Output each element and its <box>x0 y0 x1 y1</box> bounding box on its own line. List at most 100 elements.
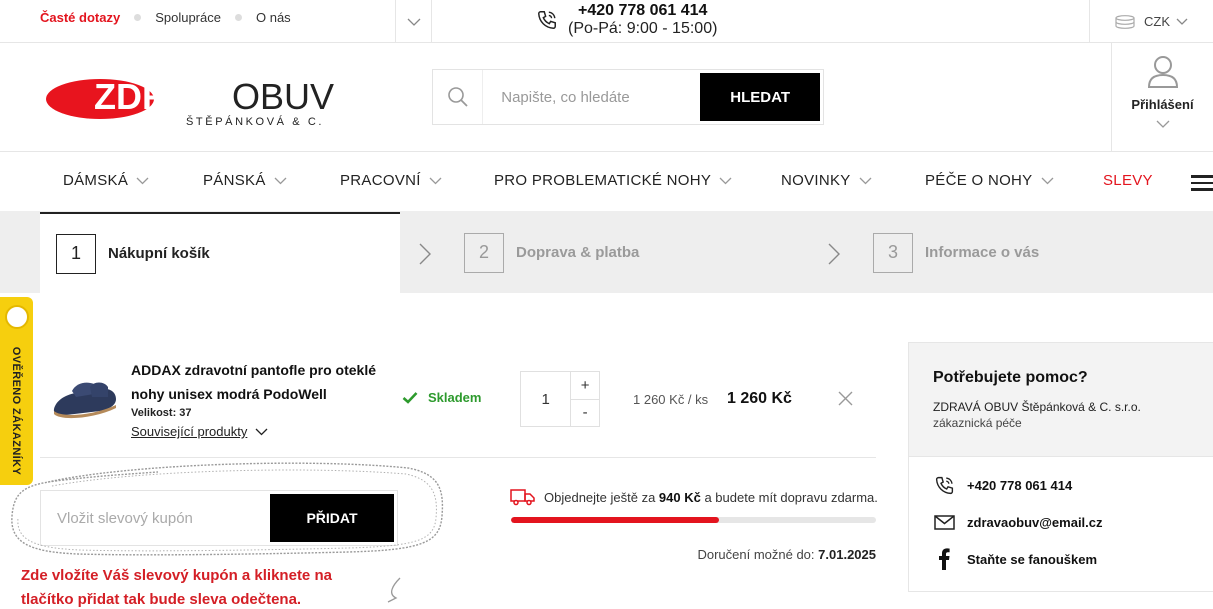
nav-mens[interactable]: PÁNSKÁ <box>203 172 287 189</box>
nav-problem-feet[interactable]: PRO PROBLEMATICKÉ NOHY <box>494 172 732 189</box>
currency-selector[interactable]: CZK <box>1089 0 1213 43</box>
main-nav: DÁMSKÁ PÁNSKÁ PRACOVNÍ PRO PROBLEMATICKÉ… <box>0 152 1213 212</box>
nav-foot-care[interactable]: PÉČE O NOHY <box>925 172 1054 189</box>
shipping-text-after: a budete mít dopravu zdarma. <box>704 489 878 505</box>
step-label: Nákupní košík <box>108 245 210 262</box>
quantity-decrease-button[interactable]: - <box>571 400 599 427</box>
search-button[interactable]: HLEDAT <box>700 73 820 121</box>
logo-text-bold: ZDRAVÁ <box>94 76 241 117</box>
verified-badge[interactable]: OVĚŘENO ZÁKAZNÍKY <box>0 297 33 485</box>
badge-label: OVĚŘENO ZÁKAZNÍKY <box>10 346 23 476</box>
chevron-down-icon <box>859 177 872 184</box>
shipping-amount: 940 Kč <box>658 489 701 505</box>
nav-new[interactable]: NOVINKY <box>781 172 872 189</box>
coupon-input[interactable] <box>41 491 270 545</box>
nav-label: DÁMSKÁ <box>63 172 129 189</box>
top-phone-hours: (Po-Pá: 9:00 - 15:00) <box>568 20 718 37</box>
chevron-right-icon <box>828 243 840 265</box>
close-icon[interactable] <box>838 391 853 406</box>
cooperation-link[interactable]: Spolupráce <box>155 10 221 25</box>
progress-fill <box>511 517 720 523</box>
separator-dot <box>134 14 142 21</box>
login-label: Přihlášení <box>1131 97 1194 112</box>
step-number: 3 <box>873 232 913 273</box>
product-name[interactable]: ADDAX zdravotní pantofle pro oteklé nohy… <box>131 358 391 406</box>
step-shipping[interactable]: 2 Doprava & platba <box>464 212 639 293</box>
checkmark-icon <box>402 392 418 404</box>
step-number: 2 <box>464 232 504 273</box>
total-price: 1 260 Kč <box>727 390 792 407</box>
mail-icon <box>933 515 955 530</box>
help-email[interactable]: zdravaobuv@email.cz <box>933 515 1103 530</box>
stock-status: Skladem <box>402 390 481 405</box>
site-logo[interactable]: ZDRAVÁ OBUV ŠTĚPÁNKOVÁ & C. <box>46 73 336 129</box>
step-label: Informace o vás <box>925 244 1040 261</box>
top-phone[interactable]: +420 778 061 414 (Po-Pá: 9:00 - 15:00) <box>536 0 717 40</box>
step-cart[interactable]: 1 Nákupní košík <box>40 212 400 293</box>
free-shipping-progress <box>511 517 876 523</box>
quantity-increase-button[interactable]: + <box>571 372 599 400</box>
coins-icon <box>1115 14 1135 29</box>
faq-link[interactable]: Časté dotazy <box>40 10 120 25</box>
top-links: Časté dotazy Spolupráce O nás <box>40 10 291 25</box>
delivery-estimate: Doručení možné do: 7.01.2025 <box>697 547 876 562</box>
search-icon <box>433 70 484 124</box>
top-phone-number: +420 778 061 414 <box>577 2 708 19</box>
coupon-form: PŘIDAT <box>40 490 398 546</box>
nav-label: PRO PROBLEMATICKÉ NOHY <box>494 172 712 189</box>
coupon-help-note: Zde vložíte Váš slevový kupón a kliknete… <box>21 567 332 608</box>
search-bar: HLEDAT <box>432 69 824 125</box>
help-subtitle: zákaznická péče <box>933 416 1022 430</box>
search-input[interactable] <box>483 70 701 124</box>
chevron-down-icon <box>1156 120 1169 128</box>
cart-divider <box>40 457 876 458</box>
help-phone[interactable]: +420 778 061 414 <box>933 475 1072 496</box>
menu-icon[interactable] <box>1191 175 1213 195</box>
chevron-down-icon <box>1041 177 1053 184</box>
nav-label: PRACOVNÍ <box>340 172 421 189</box>
chevron-right-icon <box>419 243 431 265</box>
chevron-down-icon <box>136 177 149 184</box>
verified-seal-icon <box>5 305 29 329</box>
step-number: 1 <box>56 233 96 274</box>
help-facebook[interactable]: Staňte se fanouškem <box>933 548 1097 570</box>
nav-label: NOVINKY <box>781 172 851 189</box>
nav-label: SLEVY <box>1103 172 1153 189</box>
logo-text-light: OBUV <box>232 76 334 117</box>
help-title: Potřebujete pomoc? <box>933 369 1088 386</box>
step-info[interactable]: 3 Informace o vás <box>873 212 1039 293</box>
quantity-value[interactable]: 1 <box>521 372 570 426</box>
currency-label: CZK <box>1144 14 1170 29</box>
help-facebook-label: Staňte se fanouškem <box>967 551 1098 567</box>
coupon-add-button[interactable]: PŘIDAT <box>270 494 394 542</box>
chevron-down-icon <box>255 428 268 435</box>
nav-work[interactable]: PRACOVNÍ <box>340 172 442 189</box>
help-panel: Potřebujete pomoc? ZDRAVÁ OBUV Štěpánkov… <box>908 342 1213 592</box>
top-dropdown-toggle[interactable] <box>395 0 432 43</box>
nav-womens[interactable]: DÁMSKÁ <box>63 172 149 189</box>
nav-label: PÉČE O NOHY <box>925 172 1033 189</box>
help-email-address: zdravaobuv@email.cz <box>967 515 1103 530</box>
shipping-text-before: Objednejte ještě za <box>544 489 656 505</box>
phone-icon <box>935 476 953 495</box>
user-icon <box>1147 56 1178 88</box>
delivery-date: 7.01.2025 <box>818 547 876 562</box>
step-label: Doprava & platba <box>516 244 640 261</box>
separator-dot <box>234 14 242 21</box>
chevron-down-icon <box>274 177 287 184</box>
delivery-label: Doručení možné do: <box>697 547 815 562</box>
chevron-down-icon <box>429 177 442 184</box>
quantity-stepper: 1 + - <box>520 371 600 427</box>
facebook-icon <box>938 548 950 570</box>
chevron-down-icon <box>407 18 420 26</box>
logo-subtitle: ŠTĚPÁNKOVÁ & C. <box>186 115 324 128</box>
nav-label: PÁNSKÁ <box>203 172 266 189</box>
top-bar: Časté dotazy Spolupráce O nás +420 778 0… <box>0 0 1213 43</box>
about-link[interactable]: O nás <box>256 10 291 25</box>
nav-sale[interactable]: SLEVY <box>1103 172 1153 189</box>
related-products-toggle[interactable]: Související produkty <box>131 424 268 439</box>
product-size: Velikost: 37 <box>131 407 192 419</box>
product-image[interactable] <box>50 375 120 423</box>
login-button[interactable]: Přihlášení <box>1111 43 1213 152</box>
help-phone-number: +420 778 061 414 <box>967 478 1073 493</box>
